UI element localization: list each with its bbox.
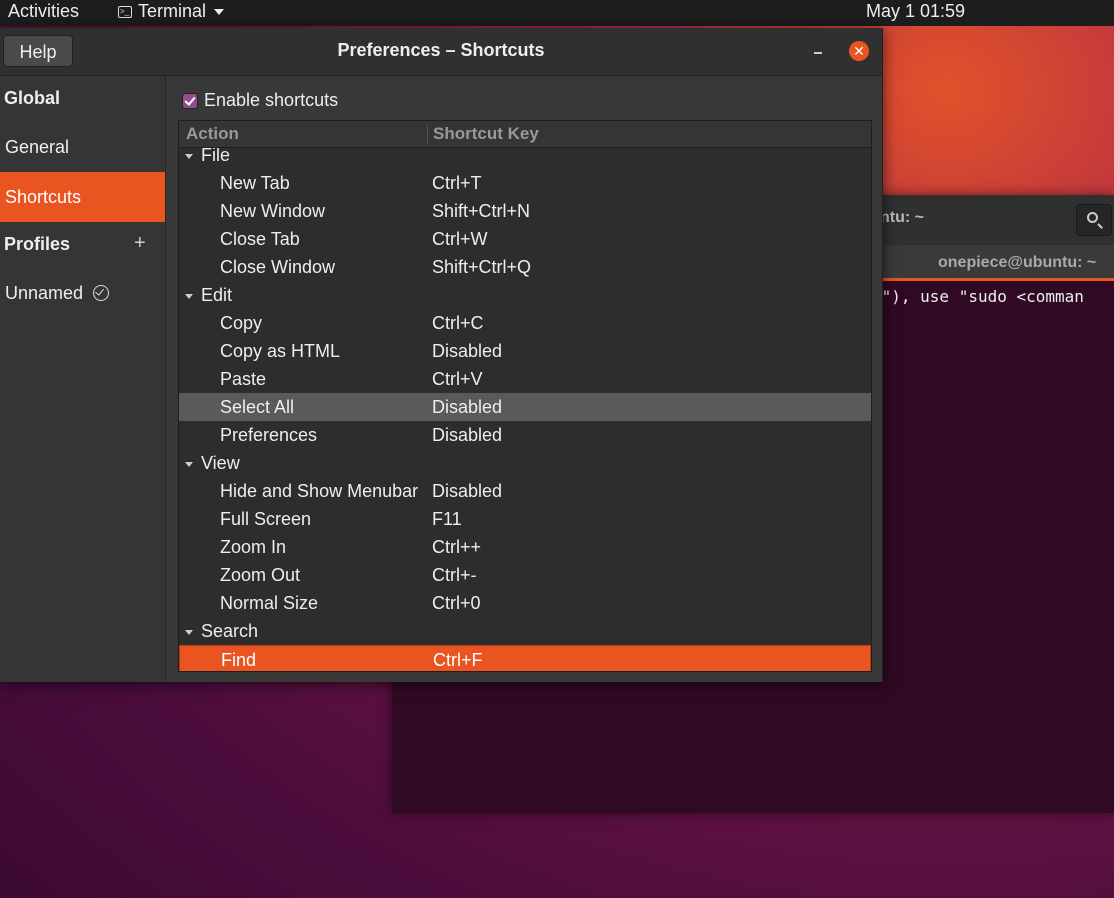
shortcut-key-label[interactable]: Shift+Ctrl+N (432, 201, 530, 222)
shortcut-key-label[interactable]: Ctrl+0 (432, 593, 481, 614)
terminal-tab-label: onepiece@ubuntu: ~ (938, 254, 1097, 271)
action-label: Full Screen (220, 509, 312, 529)
column-header-shortcut-key[interactable]: Shortcut Key (433, 124, 539, 144)
table-row[interactable]: New Window Shift+Ctrl+N (179, 197, 871, 225)
column-separator (427, 125, 428, 143)
table-row[interactable]: Close Tab Ctrl+W (179, 225, 871, 253)
shortcut-key-label[interactable]: Ctrl++ (432, 537, 481, 558)
sidebar-heading-profiles: Profiles (4, 234, 71, 254)
column-header-action[interactable]: Action (186, 124, 239, 144)
preferences-dialog: Help Preferences – Shortcuts ✕ Global Ge… (0, 28, 883, 682)
search-icon (1087, 212, 1098, 223)
table-row[interactable]: Close Window Shift+Ctrl+Q (179, 253, 871, 281)
clock[interactable]: May 1 01:59 (866, 1, 965, 22)
terminal-title: ntu: ~ (880, 209, 924, 226)
shortcut-key-label[interactable]: Disabled (432, 481, 502, 502)
shortcuts-panel: Enable shortcuts File New Tab Ctrl+T New Wi… (166, 76, 882, 682)
expander-down-icon[interactable] (185, 294, 193, 299)
shortcut-key-label[interactable]: Ctrl+T (432, 173, 482, 194)
shortcut-key-label[interactable]: Ctrl+C (432, 313, 484, 334)
shortcut-key-label[interactable]: Shift+Ctrl+Q (432, 257, 531, 278)
close-icon[interactable]: ✕ (849, 41, 869, 61)
action-label: Close Window (220, 257, 336, 277)
action-label: Find (221, 650, 257, 670)
sidebar: Global General Shortcuts Profiles + Unna… (0, 76, 166, 682)
shortcut-key-label[interactable]: Disabled (432, 341, 502, 362)
table-row[interactable]: Select All Disabled (179, 393, 871, 421)
terminal-search-button[interactable] (1076, 204, 1112, 236)
expander-down-icon[interactable] (185, 630, 193, 635)
shortcuts-tree[interactable]: File New Tab Ctrl+T New Window Shift+Ctrl+N C… (178, 120, 872, 672)
table-row[interactable]: Normal Size Ctrl+0 (179, 589, 871, 617)
shortcut-key-label[interactable]: Ctrl+V (432, 369, 483, 390)
action-label: File (201, 145, 231, 165)
profile-label: Unnamed (5, 283, 84, 303)
tree-group-row[interactable]: View (179, 449, 871, 477)
minimize-icon[interactable] (811, 38, 827, 58)
sidebar-item-shortcuts[interactable]: Shortcuts (0, 172, 165, 222)
shortcuts-rows: File New Tab Ctrl+T New Window Shift+Ctrl+N C… (179, 141, 871, 671)
table-row[interactable]: Full Screen F11 (179, 505, 871, 533)
action-label: New Window (220, 201, 326, 221)
sidebar-item-general[interactable]: General (0, 122, 165, 172)
checkbox-checked-icon[interactable] (182, 92, 198, 109)
tree-group-row[interactable]: Search (179, 617, 871, 645)
table-row[interactable]: Hide and Show Menubar Disabled (179, 477, 871, 505)
activities-button[interactable]: Activities (8, 1, 79, 22)
terminal-icon: >_ (118, 5, 132, 18)
table-row[interactable]: Preferences Disabled (179, 421, 871, 449)
shortcut-key-label[interactable]: Ctrl+- (432, 565, 477, 586)
action-label: New Tab (220, 173, 290, 193)
tree-group-row[interactable]: Edit (179, 281, 871, 309)
add-profile-icon[interactable]: + (134, 232, 146, 255)
dialog-titlebar[interactable]: Help Preferences – Shortcuts ✕ (0, 28, 882, 76)
action-label: Copy as HTML (220, 341, 341, 361)
action-label: Zoom Out (220, 565, 301, 585)
action-label: Search (201, 621, 259, 641)
sidebar-item-profile-unnamed[interactable]: Unnamed (0, 268, 165, 318)
shortcut-key-label[interactable]: Ctrl+F (433, 650, 483, 671)
action-label: Paste (220, 369, 267, 389)
action-label: Preferences (220, 425, 318, 445)
table-row[interactable]: New Tab Ctrl+T (179, 169, 871, 197)
app-menu[interactable]: >_ Terminal (118, 1, 225, 22)
table-row[interactable]: Copy Ctrl+C (179, 309, 871, 337)
dialog-title: Preferences – Shortcuts (337, 40, 545, 60)
table-row[interactable]: Zoom Out Ctrl+- (179, 561, 871, 589)
expander-down-icon[interactable] (185, 462, 193, 467)
sidebar-heading-global: Global (4, 88, 61, 108)
shortcut-key-label[interactable]: Ctrl+W (432, 229, 488, 250)
table-row[interactable]: Zoom In Ctrl++ (179, 533, 871, 561)
shortcut-key-label[interactable]: Disabled (432, 425, 502, 446)
action-label: View (201, 453, 240, 473)
action-label: Copy (220, 313, 263, 333)
action-label: Normal Size (220, 593, 319, 613)
table-row[interactable]: Find Ctrl+F (179, 645, 871, 671)
table-row[interactable]: Copy as HTML Disabled (179, 337, 871, 365)
action-label: Close Tab (220, 229, 300, 249)
chevron-down-icon (214, 8, 225, 15)
expander-down-icon[interactable] (185, 154, 193, 159)
table-row[interactable]: Paste Ctrl+V (179, 365, 871, 393)
default-profile-check-icon (93, 285, 110, 301)
action-label: Hide and Show Menubar (220, 481, 419, 501)
action-label: Edit (201, 285, 233, 305)
enable-shortcuts-label: Enable shortcuts (204, 90, 339, 110)
top-bar: Activities >_ Terminal May 1 01:59 (0, 0, 1114, 26)
terminal-output: t"), use "sudo <comman (872, 287, 1084, 306)
shortcut-key-label[interactable]: F11 (432, 509, 462, 530)
action-label: Zoom In (220, 537, 287, 557)
action-label: Select All (220, 397, 295, 417)
tree-header: Action Shortcut Key (179, 121, 871, 148)
enable-shortcuts-checkbox[interactable]: Enable shortcuts (182, 90, 338, 111)
app-menu-label: Terminal (138, 1, 207, 21)
shortcut-key-label[interactable]: Disabled (432, 397, 502, 418)
